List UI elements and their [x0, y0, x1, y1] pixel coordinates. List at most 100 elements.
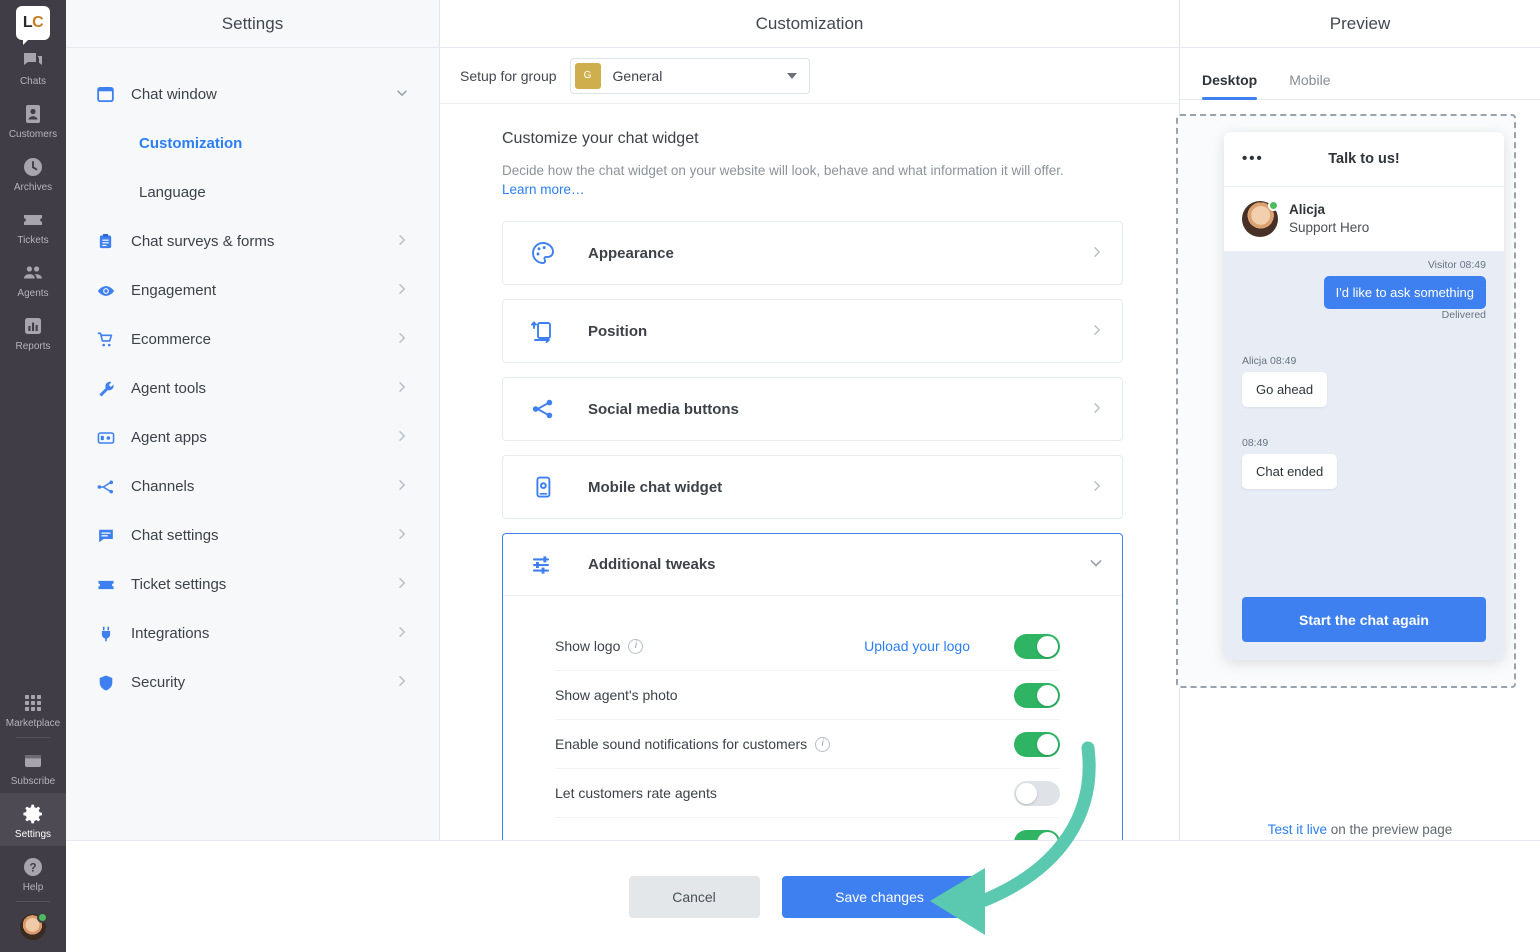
- logo-letter-l: L: [22, 14, 33, 31]
- card-row: Mobile chat widget: [503, 456, 1122, 518]
- chevron-right-icon: [395, 527, 409, 544]
- cancel-button[interactable]: Cancel: [628, 875, 760, 918]
- card-row[interactable]: Additional tweaks: [503, 534, 1122, 596]
- sidebar-item-chat-surveys-forms[interactable]: Chat surveys & forms: [66, 217, 439, 266]
- help-icon: ?: [21, 855, 45, 879]
- toggle-show-agents-photo[interactable]: [1014, 682, 1060, 708]
- preview-header-title: Preview: [1180, 0, 1540, 48]
- customization-panel: Customization Setup for group G General …: [440, 0, 1180, 952]
- card-social-media-buttons[interactable]: Social media buttons: [502, 377, 1123, 441]
- card-row: Position: [503, 300, 1122, 362]
- toggle-knob: [1037, 684, 1058, 706]
- toggle-show-logo[interactable]: [1014, 633, 1060, 659]
- group-selector-label: Setup for group: [460, 67, 557, 84]
- chevron-right-icon: [395, 429, 409, 446]
- start-the-chat-again-button[interactable]: Start the chat again: [1242, 597, 1486, 642]
- chat-bubble-icon: [97, 527, 119, 545]
- rail-divider: [16, 901, 50, 902]
- gear-icon: [21, 802, 45, 826]
- sidebar-item-agent-tools[interactable]: Agent tools: [66, 364, 439, 413]
- livechat-logo[interactable]: LC: [16, 6, 50, 45]
- settings-menu: Chat window Customization Language Chat …: [66, 48, 439, 707]
- group-selector-bar: Setup for group G General: [440, 48, 1179, 104]
- section-description-text: Decide how the chat widget on your websi…: [502, 163, 1064, 178]
- svg-text:?: ?: [29, 863, 36, 875]
- chats-icon: [21, 49, 45, 73]
- nav-item-archives[interactable]: Archives: [0, 146, 66, 199]
- sidebar-item-label: Agent tools: [131, 380, 207, 397]
- nav-item-agents[interactable]: Agents: [0, 252, 66, 305]
- sidebar-item-ticket-settings[interactable]: Ticket settings: [66, 560, 439, 609]
- settings-cards: Appearance Position Social media buttons…: [502, 221, 1123, 868]
- toggle-enable-sound-notifications[interactable]: [1014, 731, 1060, 757]
- sidebar-item-language[interactable]: Language: [66, 168, 439, 217]
- card-row: Social media buttons: [503, 378, 1122, 440]
- sidebar-item-engagement[interactable]: Engagement: [66, 266, 439, 315]
- settings-header-title: Settings: [66, 0, 439, 48]
- sidebar-item-chat-window[interactable]: Chat window: [66, 70, 439, 119]
- sidebar-item-ecommerce[interactable]: Ecommerce: [66, 315, 439, 364]
- nav-item-marketplace[interactable]: Marketplace: [0, 682, 66, 735]
- tweak-row-show-agents-photo: Show agent's photo: [555, 671, 1060, 720]
- sidebar-item-label: Ecommerce: [131, 331, 212, 348]
- sidebar-item-agent-apps[interactable]: Agent apps: [66, 413, 439, 462]
- nav-label: Marketplace: [5, 718, 61, 729]
- rail-divider: [16, 737, 50, 738]
- nav-label: Tickets: [17, 235, 49, 246]
- info-icon[interactable]: i: [628, 638, 644, 654]
- chat-widget-preview: ••• Talk to us! Alicja Support Hero Visi…: [1224, 132, 1504, 660]
- clipboard-icon: [97, 233, 119, 250]
- tweak-row-let-customers-rate-agents: Let customers rate agents: [555, 769, 1060, 818]
- channels-icon: [97, 478, 119, 496]
- sidebar-item-channels[interactable]: Channels: [66, 462, 439, 511]
- test-it-live-link[interactable]: Test it live: [1268, 822, 1327, 837]
- settings-sidebar: Settings Chat window Customization Langu…: [66, 0, 440, 952]
- card-title: Social media buttons: [588, 400, 739, 418]
- tweak-label: Show logo: [555, 638, 621, 654]
- sidebar-item-label: Channels: [131, 478, 195, 495]
- sidebar-item-integrations[interactable]: Integrations: [66, 609, 439, 658]
- nav-label: Help: [22, 882, 44, 893]
- avatar[interactable]: [18, 912, 48, 942]
- group-badge: G: [574, 62, 601, 89]
- nav-label: Customers: [8, 129, 58, 140]
- tab-desktop[interactable]: Desktop: [1202, 72, 1258, 100]
- sidebar-item-chat-settings[interactable]: Chat settings: [66, 511, 439, 560]
- nav-label: Agents: [17, 288, 49, 299]
- subscribe-icon: [21, 749, 45, 773]
- nav-item-customers[interactable]: Customers: [0, 93, 66, 146]
- nav-item-help[interactable]: ? Help: [0, 846, 66, 899]
- tweak-label: Let customers rate agents: [555, 785, 717, 801]
- nav-item-reports[interactable]: Reports: [0, 305, 66, 358]
- sidebar-item-label: Ticket settings: [131, 576, 227, 593]
- toggle-let-customers-rate-agents[interactable]: [1014, 780, 1060, 806]
- card-additional-tweaks[interactable]: Additional tweaks Show logo i Upload you…: [502, 533, 1123, 868]
- save-changes-button[interactable]: Save changes: [781, 875, 978, 918]
- preview-panel: Preview Desktop Mobile ••• Talk to us! A…: [1176, 0, 1540, 952]
- nav-item-subscribe[interactable]: Subscribe: [0, 740, 66, 793]
- sidebar-item-label: Chat window: [131, 86, 217, 103]
- reports-icon: [21, 314, 45, 338]
- upload-your-logo-link[interactable]: Upload your logo: [864, 638, 970, 654]
- group-select[interactable]: G General: [569, 57, 810, 94]
- nav-item-settings[interactable]: Settings: [0, 793, 66, 846]
- menu-dots-icon[interactable]: •••: [1242, 151, 1264, 166]
- card-mobile-chat-widget[interactable]: Mobile chat widget: [502, 455, 1123, 519]
- agent-name: Alicja: [1289, 202, 1326, 217]
- tab-mobile[interactable]: Mobile: [1289, 72, 1330, 99]
- card-title: Additional tweaks: [588, 556, 716, 573]
- sidebar-item-label: Chat surveys & forms: [131, 233, 275, 250]
- card-position[interactable]: Position: [502, 299, 1123, 363]
- nav-item-tickets[interactable]: Tickets: [0, 199, 66, 252]
- sidebar-item-security[interactable]: Security: [66, 658, 439, 707]
- card-appearance[interactable]: Appearance: [502, 221, 1123, 285]
- chevron-right-icon: [1090, 479, 1104, 496]
- learn-more-link[interactable]: Learn more…: [502, 182, 585, 197]
- tweak-row-enable-sound-notifications: Enable sound notifications for customers…: [555, 720, 1060, 769]
- sidebar-item-customization[interactable]: Customization: [66, 119, 439, 168]
- nav-label: Settings: [14, 829, 52, 840]
- info-icon[interactable]: i: [815, 736, 831, 752]
- chevron-right-icon: [395, 331, 409, 348]
- nav-item-chats[interactable]: Chats: [0, 40, 66, 93]
- widget-title: Talk to us!: [1328, 151, 1400, 167]
